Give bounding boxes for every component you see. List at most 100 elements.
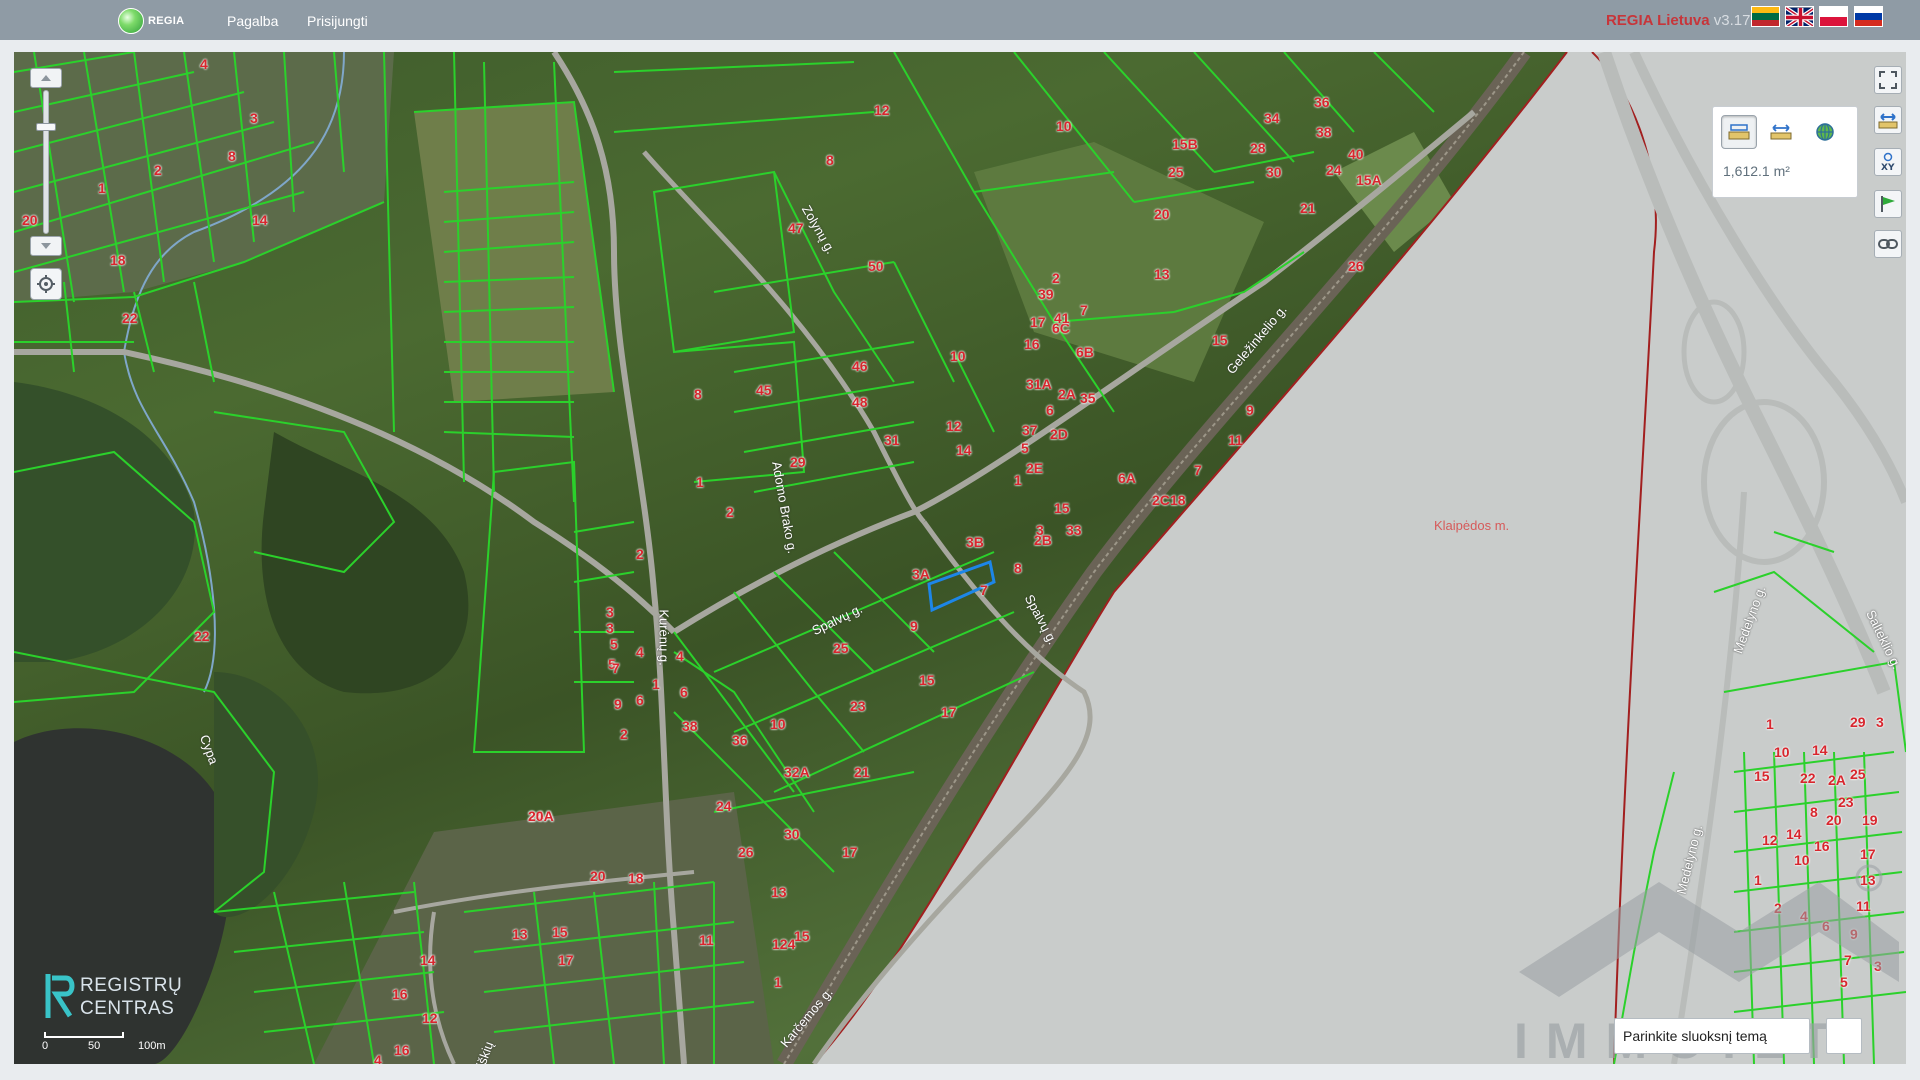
mark-button[interactable] bbox=[1874, 190, 1902, 218]
parcel-label[interactable]: 40 bbox=[1348, 146, 1364, 162]
parcel-label[interactable]: 3B bbox=[966, 534, 984, 550]
parcel-label[interactable]: 26 bbox=[1348, 258, 1364, 274]
parcel-label[interactable]: 1 bbox=[1754, 872, 1762, 888]
parcel-label[interactable]: 13 bbox=[1860, 872, 1876, 888]
parcel-label[interactable]: 24 bbox=[716, 798, 732, 814]
parcel-label[interactable]: 7 bbox=[980, 582, 988, 598]
parcel-label[interactable]: 16 bbox=[1814, 838, 1830, 854]
parcel-label[interactable]: 12 bbox=[946, 418, 962, 434]
parcel-label[interactable]: 2 bbox=[1774, 900, 1782, 916]
parcel-label[interactable]: 15 bbox=[919, 672, 935, 688]
parcel-label[interactable]: 30 bbox=[784, 826, 800, 842]
measure-area-tool[interactable] bbox=[1721, 115, 1757, 149]
zoom-slider-track[interactable] bbox=[43, 90, 49, 234]
parcel-label[interactable]: 2E bbox=[1026, 460, 1043, 476]
parcel-label[interactable]: 1 bbox=[774, 974, 782, 990]
parcel-label[interactable]: 14 bbox=[1812, 742, 1828, 758]
parcel-label[interactable]: 4 bbox=[1800, 908, 1808, 924]
parcel-label[interactable]: 21 bbox=[1300, 200, 1316, 216]
login-link[interactable]: Prisijungti bbox=[307, 13, 368, 29]
parcel-label[interactable]: 11 bbox=[1228, 432, 1243, 448]
parcel-label[interactable]: 9 bbox=[614, 696, 622, 712]
parcel-label[interactable]: 10 bbox=[770, 716, 786, 732]
parcel-label[interactable]: 16 bbox=[392, 986, 408, 1002]
parcel-label[interactable]: 6A bbox=[1118, 470, 1136, 486]
parcel-label[interactable]: 9 bbox=[910, 618, 918, 634]
parcel-label[interactable]: 11 bbox=[699, 932, 714, 948]
parcel-label[interactable]: 15 bbox=[794, 928, 810, 944]
parcel-label[interactable]: 1 bbox=[696, 474, 704, 490]
parcel-label[interactable]: 23 bbox=[1838, 794, 1854, 810]
parcel-label[interactable]: 41 bbox=[1054, 310, 1070, 326]
parcel-label[interactable]: 2A bbox=[1058, 386, 1076, 402]
parcel-label[interactable]: 36 bbox=[732, 732, 748, 748]
locate-button[interactable] bbox=[30, 268, 62, 300]
parcel-label[interactable]: 1 bbox=[1766, 716, 1774, 732]
zoom-out-button[interactable] bbox=[30, 236, 62, 256]
coordinates-button[interactable]: XY bbox=[1874, 148, 1902, 176]
parcel-label[interactable]: 31A bbox=[1026, 376, 1052, 392]
parcel-label[interactable]: 3 bbox=[606, 620, 614, 636]
parcel-label[interactable]: 25 bbox=[1168, 164, 1184, 180]
parcel-label[interactable]: 46 bbox=[852, 358, 868, 374]
parcel-label[interactable]: 35 bbox=[1080, 390, 1096, 406]
measure-tool-button[interactable] bbox=[1874, 106, 1902, 134]
parcel-label[interactable]: 6 bbox=[1046, 402, 1054, 418]
parcel-label[interactable]: 12 bbox=[422, 1010, 438, 1026]
parcel-label[interactable]: 4 bbox=[636, 644, 644, 660]
parcel-label[interactable]: 24 bbox=[1326, 162, 1342, 178]
parcel-label[interactable]: 17 bbox=[941, 704, 957, 720]
parcel-label[interactable]: 8 bbox=[1810, 804, 1818, 820]
parcel-label[interactable]: 18 bbox=[1170, 492, 1186, 508]
zoom-in-button[interactable] bbox=[30, 68, 62, 88]
lt-flag-icon[interactable] bbox=[1751, 6, 1780, 27]
parcel-label[interactable]: 15 bbox=[1754, 768, 1770, 784]
parcel-label[interactable]: 6 bbox=[1822, 918, 1830, 934]
parcel-label[interactable]: 39 bbox=[1038, 286, 1054, 302]
parcel-label[interactable]: 15 bbox=[552, 924, 568, 940]
parcel-label[interactable]: 1 bbox=[1014, 472, 1022, 488]
layer-select-toggle[interactable] bbox=[1826, 1018, 1862, 1054]
parcel-label[interactable]: 16 bbox=[1024, 336, 1040, 352]
parcel-label[interactable]: 3 bbox=[1036, 522, 1044, 538]
parcel-label[interactable]: 6B bbox=[1076, 344, 1094, 360]
parcel-label[interactable]: 12 bbox=[874, 102, 890, 118]
parcel-label[interactable]: 10 bbox=[1794, 852, 1810, 868]
parcel-label[interactable]: 2 bbox=[1052, 270, 1060, 286]
parcel-label[interactable]: 124 bbox=[772, 936, 795, 952]
share-link-button[interactable] bbox=[1874, 230, 1902, 258]
parcel-label[interactable]: 10 bbox=[1056, 118, 1072, 134]
parcel-label[interactable]: 50 bbox=[868, 258, 884, 274]
parcel-label[interactable]: 38 bbox=[1316, 124, 1332, 140]
parcel-label[interactable]: 2 bbox=[636, 546, 644, 562]
parcel-label[interactable]: 8 bbox=[694, 386, 702, 402]
parcel-label[interactable]: 15A bbox=[1356, 172, 1382, 188]
parcel-label[interactable]: 7 bbox=[1844, 952, 1852, 968]
parcel-label[interactable]: 13 bbox=[1154, 266, 1170, 282]
parcel-label[interactable]: 15B bbox=[1172, 136, 1198, 152]
parcel-label[interactable]: 14 bbox=[420, 952, 436, 968]
parcel-label[interactable]: 5 bbox=[1840, 974, 1848, 990]
parcel-label[interactable]: 4 bbox=[676, 648, 684, 664]
parcel-label[interactable]: 9 bbox=[1246, 402, 1254, 418]
parcel-label[interactable]: 22 bbox=[1800, 770, 1816, 786]
parcel-label[interactable]: 17 bbox=[842, 844, 858, 860]
en-flag-icon[interactable] bbox=[1785, 6, 1814, 27]
parcel-label[interactable]: 4 bbox=[200, 56, 208, 72]
parcel-label[interactable]: 14 bbox=[1786, 826, 1802, 842]
ru-flag-icon[interactable] bbox=[1854, 6, 1883, 27]
parcel-label[interactable]: 47 bbox=[788, 220, 804, 236]
parcel-label[interactable]: 4 bbox=[374, 1052, 382, 1064]
help-link[interactable]: Pagalba bbox=[227, 13, 278, 29]
parcel-label[interactable]: 2A bbox=[1828, 772, 1846, 788]
parcel-label[interactable]: 8 bbox=[228, 148, 236, 164]
parcel-label[interactable]: 3 bbox=[250, 110, 258, 126]
parcel-label[interactable]: 8 bbox=[1014, 560, 1022, 576]
parcel-label[interactable]: 7 bbox=[1194, 462, 1202, 478]
parcel-label[interactable]: 13 bbox=[512, 926, 528, 942]
parcel-label[interactable]: 2D bbox=[1050, 426, 1068, 442]
parcel-label[interactable]: 45 bbox=[756, 382, 772, 398]
parcel-label[interactable]: 30 bbox=[1266, 164, 1282, 180]
parcel-label[interactable]: 28 bbox=[1250, 140, 1266, 156]
parcel-label[interactable]: 12 bbox=[1762, 832, 1778, 848]
